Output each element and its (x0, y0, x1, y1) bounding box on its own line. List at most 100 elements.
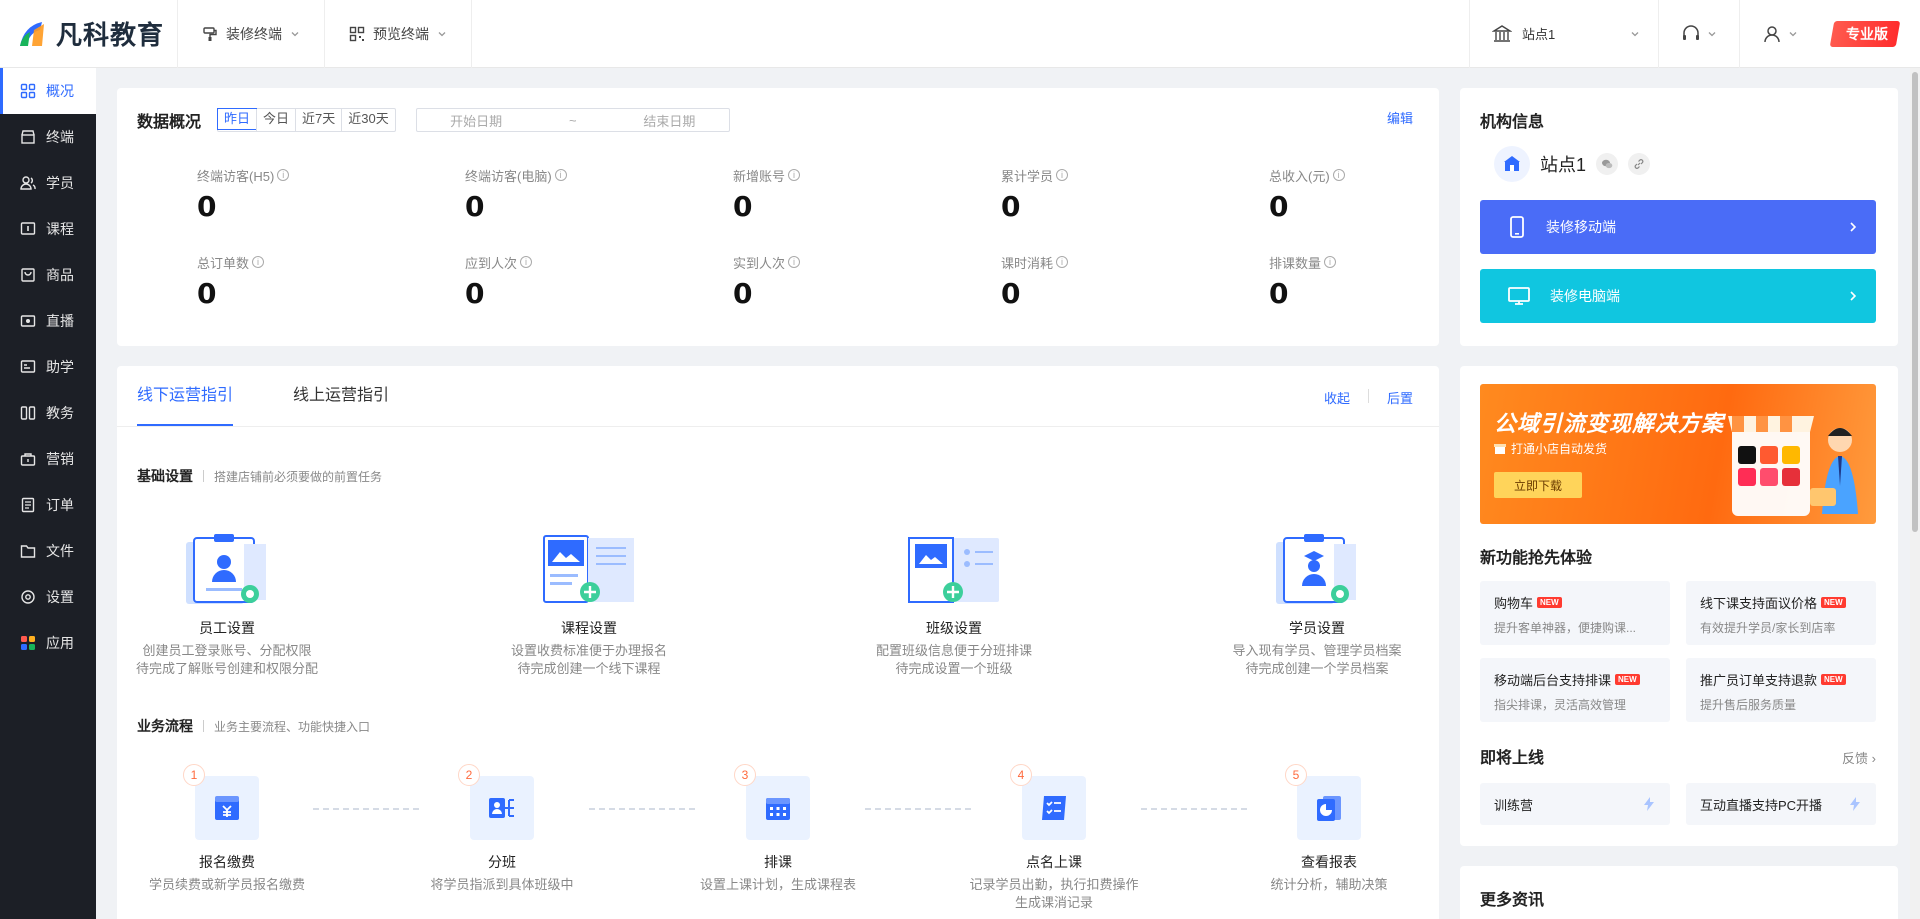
start-date-field[interactable]: 开始日期 (450, 111, 502, 130)
sidebar-item-apps[interactable]: 应用 (0, 620, 96, 666)
sidebar-item-live[interactable]: 直播 (0, 298, 96, 344)
divider (117, 426, 1439, 427)
info-icon[interactable]: i (252, 256, 265, 268)
feature-card-promoter-refund[interactable]: 推广员订单支持退款 NEW 提升售后服务质量 (1686, 658, 1876, 722)
sidebar-item-students[interactable]: 学员 (0, 160, 96, 206)
download-button[interactable]: 立即下载 (1494, 472, 1582, 498)
wechat-icon (1602, 159, 1613, 169)
step-number: 2 (458, 764, 480, 786)
flow-desc: 学员续费或新学员报名缴费 (148, 877, 305, 892)
course-card-illustration-icon (543, 535, 634, 603)
sidebar-item-settings[interactable]: 设置 (0, 574, 96, 620)
info-icon[interactable]: i (788, 169, 801, 181)
coming-item-pc-live[interactable]: 互动直播支持PC开播 (1686, 783, 1876, 825)
sidebar-item-goods[interactable]: 商品 (0, 252, 96, 298)
range-tab-7days[interactable]: 近7天 (295, 109, 341, 131)
user-menu-button[interactable] (1740, 0, 1820, 68)
collapse-link[interactable]: 收起 (1324, 388, 1350, 407)
info-icon[interactable]: i (277, 169, 290, 181)
flow-step-roll-call[interactable]: 4 点名上课 记录学员出勤，执行扣费操作 生成课消记录 (944, 764, 1164, 912)
step-number: 3 (734, 764, 756, 786)
setup-student[interactable]: 学员设置 导入现有学员、管理学员档案 待完成创建一个学员档案 (1217, 534, 1417, 678)
info-icon[interactable]: i (520, 256, 533, 268)
flow-step-register[interactable]: 1 报名缴费 学员续费或新学员报名缴费 (117, 764, 337, 894)
live-icon (20, 315, 36, 327)
sidebar-item-label: 课程 (46, 221, 74, 237)
apps-icon (21, 636, 35, 650)
stat-label: 终端访客(H5) (197, 168, 275, 184)
decorate-pc-button[interactable]: 装修电脑端 (1480, 269, 1876, 323)
date-range-picker[interactable]: 开始日期 ~ 结束日期 (415, 108, 730, 132)
sidebar-item-assist[interactable]: 助学 (0, 344, 96, 390)
wechat-button[interactable] (1596, 153, 1619, 175)
stat-value: 0 (1001, 277, 1021, 310)
scrollbar-thumb[interactable] (1912, 72, 1918, 532)
stat-item: 新增账号 i 0 (733, 166, 1001, 223)
right-panel: 公域引流变现解决方案 打通小店自动发货 立即下载 新功能抢先体验 购物车 NEW … (1460, 366, 1898, 846)
feedback-link[interactable]: 反馈 › (1842, 748, 1876, 767)
sidebar-item-overview[interactable]: 概况 (0, 68, 96, 114)
dashboard-icon (20, 83, 36, 99)
setup-class[interactable]: 班级设置 配置班级信息便于分班排课 待完成设置一个班级 (854, 534, 1054, 678)
preview-terminal-menu[interactable]: 预览终端 (325, 0, 472, 68)
institution-title: 机构信息 (1480, 114, 1545, 131)
site-selector[interactable]: 站点1 (1469, 0, 1659, 68)
edit-link[interactable]: 编辑 (1387, 108, 1413, 127)
setup-desc: 设置收费标准便于办理报名 (510, 643, 667, 658)
flow-step-report[interactable]: 5 查看报表 统计分析，辅助决策 (1219, 764, 1439, 894)
page-scrollbar[interactable] (1910, 68, 1920, 919)
sidebar-item-marketing[interactable]: 营销 (0, 436, 96, 482)
info-icon[interactable]: i (1332, 169, 1345, 181)
range-separator: ~ (568, 112, 577, 128)
support-button[interactable] (1659, 0, 1740, 68)
feature-card-mobile-schedule[interactable]: 移动端后台支持排课 NEW 指尖排课，灵活高效管理 (1480, 658, 1670, 722)
range-tab-yesterday[interactable]: 昨日 (217, 108, 258, 130)
feature-title: 移动端后台支持排课 (1494, 673, 1612, 688)
chevron-down-icon (1789, 31, 1797, 36)
flow-step-assign-class[interactable]: 2 分班 将学员指派到具体班级中 (392, 764, 612, 894)
range-tab-30days[interactable]: 近30天 (341, 109, 394, 131)
sidebar-item-academic[interactable]: 教务 (0, 390, 96, 436)
tab-offline-guide[interactable]: 线下运营指引 (137, 366, 234, 427)
info-icon[interactable]: i (788, 256, 801, 268)
flow-icon-box: 5 (1285, 764, 1361, 840)
payment-icon (215, 796, 239, 820)
decorate-terminal-menu[interactable]: 装修终端 (178, 0, 325, 68)
sidebar-item-files[interactable]: 文件 (0, 528, 96, 574)
range-tab-today[interactable]: 今日 (256, 109, 295, 131)
flow-step-schedule[interactable]: 3 排课 设置上课计划，生成课程表 (668, 764, 888, 894)
feature-card-cart[interactable]: 购物车 NEW 提升客单神器，便捷购课... (1480, 581, 1670, 645)
setup-status: 待完成创建一个学员档案 (1245, 661, 1389, 676)
flow-icon-box: 1 (183, 764, 259, 840)
sidebar-item-terminal[interactable]: 终端 (0, 114, 96, 160)
stat-label: 应到人次 (465, 255, 518, 271)
info-icon[interactable]: i (1056, 256, 1069, 268)
new-features-title: 新功能抢先体验 (1480, 550, 1593, 567)
course-icon (20, 222, 36, 235)
sidebar-item-label: 教务 (46, 405, 74, 421)
info-icon[interactable]: i (554, 169, 567, 181)
sidebar-item-course[interactable]: 课程 (0, 206, 96, 252)
setup-course[interactable]: 课程设置 设置收费标准便于办理报名 待完成创建一个线下课程 (489, 534, 689, 678)
copy-link-button[interactable] (1628, 153, 1651, 175)
flow-name: 排课 (764, 854, 792, 870)
banner-title: 公域引流变现解决方案 (1494, 411, 1725, 436)
pro-edition-badge[interactable]: 专业版 (1829, 20, 1901, 47)
setup-status: 待完成了解账号创建和权限分配 (135, 661, 318, 676)
setup-staff[interactable]: 员工设置 创建员工登录账号、分配权限 待完成了解账号创建和权限分配 (127, 534, 327, 678)
step-number: 4 (1010, 764, 1032, 786)
new-badge: NEW (1821, 674, 1846, 685)
brand-logo[interactable]: 凡科教育 (0, 0, 178, 68)
promo-banner[interactable]: 公域引流变现解决方案 打通小店自动发货 立即下载 (1480, 384, 1876, 524)
feature-card-negotiable-price[interactable]: 线下课支持面议价格 NEW 有效提升学员/家长到店率 (1686, 581, 1876, 645)
institution-info-card: 机构信息 站点1 装修移动端 装修电脑端 (1460, 88, 1898, 346)
postpone-link[interactable]: 后置 (1387, 388, 1413, 407)
end-date-field[interactable]: 结束日期 (643, 111, 695, 130)
info-icon[interactable]: i (1056, 169, 1069, 181)
tab-online-guide[interactable]: 线上运营指引 (293, 366, 389, 426)
info-icon[interactable]: i (1324, 256, 1337, 268)
section-title: 基础设置 (137, 468, 193, 484)
decorate-mobile-button[interactable]: 装修移动端 (1480, 200, 1876, 254)
sidebar-item-order[interactable]: 订单 (0, 482, 96, 528)
coming-item-camp[interactable]: 训练营 (1480, 783, 1670, 825)
